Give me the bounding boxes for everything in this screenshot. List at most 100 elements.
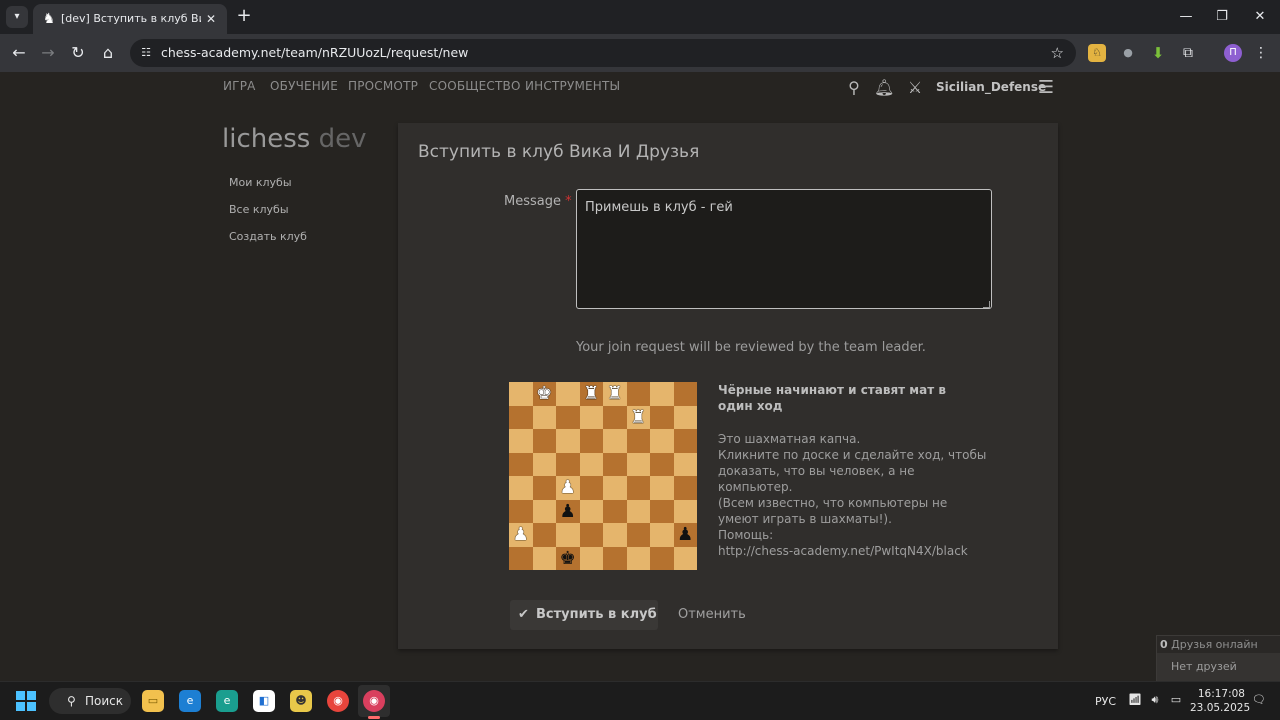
extension-icon[interactable]: ♘: [1088, 44, 1106, 62]
board-square[interactable]: [579, 429, 603, 453]
black-king-icon[interactable]: ♚: [560, 548, 576, 569]
black-pawn-icon[interactable]: ♟: [677, 524, 693, 545]
board-square[interactable]: [626, 499, 650, 523]
board-square[interactable]: [673, 476, 697, 500]
bookmark-star-icon[interactable]: ☆: [1051, 44, 1064, 62]
url-text[interactable]: chess-academy.net/team/nRZUUozL/request/…: [161, 45, 468, 60]
board-square[interactable]: [532, 452, 556, 476]
board-square[interactable]: [509, 499, 533, 523]
board-square[interactable]: [603, 546, 627, 570]
board-square[interactable]: [509, 476, 533, 500]
hamburger-menu-icon[interactable]: ☰: [1036, 78, 1056, 98]
swords-icon[interactable]: ⚔: [905, 78, 925, 98]
board-square[interactable]: [556, 405, 580, 429]
app-icon[interactable]: ◧: [253, 690, 275, 712]
board-square[interactable]: [650, 429, 674, 453]
home-button[interactable]: ⌂: [97, 42, 119, 64]
search-icon[interactable]: ⚲: [844, 78, 864, 98]
board-square[interactable]: [650, 499, 674, 523]
taskbar-search[interactable]: ⚲ Поиск: [49, 688, 131, 714]
join-team-button[interactable]: ✔ Вступить в клуб: [510, 600, 658, 630]
board-square[interactable]: [532, 429, 556, 453]
board-square[interactable]: [603, 405, 627, 429]
board-square[interactable]: ♚: [556, 546, 580, 570]
board-square[interactable]: [626, 476, 650, 500]
message-textarea[interactable]: Примешь в клуб - гей: [576, 189, 992, 309]
board-square[interactable]: [650, 523, 674, 547]
bell-icon[interactable]: 🔔︎: [874, 78, 894, 98]
white-rook-icon[interactable]: ♜: [607, 383, 623, 404]
board-square[interactable]: [603, 452, 627, 476]
board-square[interactable]: [579, 452, 603, 476]
board-square[interactable]: [556, 452, 580, 476]
cancel-link[interactable]: Отменить: [678, 607, 746, 622]
sidebar-item-my-teams[interactable]: Мои клубы: [229, 176, 292, 189]
sidebar-item-new-team[interactable]: Создать клуб: [229, 230, 307, 243]
nav-tools[interactable]: ИНСТРУМЕНТЫ: [525, 79, 620, 93]
board-square[interactable]: [626, 429, 650, 453]
tab-search-button[interactable]: ▾: [6, 6, 28, 28]
board-square[interactable]: [509, 429, 533, 453]
edge-dev-icon[interactable]: e: [179, 690, 201, 712]
battery-icon[interactable]: ▭: [1169, 693, 1183, 707]
clock[interactable]: 16:17:08 23.05.2025: [1190, 687, 1250, 715]
board-square[interactable]: [626, 546, 650, 570]
reload-button[interactable]: ↻: [67, 42, 89, 64]
minimize-button[interactable]: —: [1172, 6, 1200, 28]
board-square[interactable]: [673, 382, 697, 406]
board-square[interactable]: [650, 546, 674, 570]
board-square[interactable]: [509, 546, 533, 570]
board-square[interactable]: [532, 523, 556, 547]
board-square[interactable]: [509, 405, 533, 429]
nav-play[interactable]: ИГРА: [223, 79, 256, 93]
browser-tab[interactable]: ♞ [dev] Вступить в клуб Вика И Друзья ✕: [33, 4, 227, 34]
help-url[interactable]: http://chess-academy.net/PwItqN4X/black: [718, 543, 968, 559]
file-explorer-icon[interactable]: ▭: [142, 690, 164, 712]
board-square[interactable]: [626, 523, 650, 547]
forward-button[interactable]: →: [37, 42, 59, 64]
chrome-icon[interactable]: ◉: [327, 690, 349, 712]
site-info-icon[interactable]: ☷: [138, 45, 154, 61]
board-square[interactable]: [509, 382, 533, 406]
board-square[interactable]: [556, 523, 580, 547]
board-square[interactable]: [579, 546, 603, 570]
board-square[interactable]: [532, 476, 556, 500]
board-square[interactable]: [603, 523, 627, 547]
board-square[interactable]: ♟: [556, 476, 580, 500]
board-square[interactable]: [532, 405, 556, 429]
nav-watch[interactable]: ПРОСМОТР: [348, 79, 418, 93]
board-square[interactable]: ♟: [673, 523, 697, 547]
close-window-button[interactable]: ✕: [1246, 6, 1274, 28]
board-square[interactable]: [603, 429, 627, 453]
board-square[interactable]: [626, 452, 650, 476]
windows-start-icon[interactable]: [16, 691, 36, 711]
nav-community[interactable]: СООБЩЕСТВО: [429, 79, 521, 93]
board-square[interactable]: ♜: [626, 405, 650, 429]
board-square[interactable]: ♟: [509, 523, 533, 547]
app-icon[interactable]: ☻: [290, 690, 312, 712]
board-square[interactable]: [532, 546, 556, 570]
black-pawn-icon[interactable]: ♟: [560, 501, 576, 522]
board-square[interactable]: [579, 476, 603, 500]
back-button[interactable]: ←: [8, 42, 30, 64]
chrome-dev-icon[interactable]: ◉: [363, 690, 385, 712]
friends-box-header[interactable]: 0 Друзья онлайн: [1156, 635, 1280, 653]
board-square[interactable]: [673, 405, 697, 429]
nav-learn[interactable]: ОБУЧЕНИЕ: [270, 79, 338, 93]
white-king-icon[interactable]: ♚: [536, 383, 552, 404]
board-square[interactable]: [579, 499, 603, 523]
board-square[interactable]: [673, 499, 697, 523]
board-square[interactable]: [556, 382, 580, 406]
sidebar-item-all-teams[interactable]: Все клубы: [229, 203, 289, 216]
board-square[interactable]: ♚: [532, 382, 556, 406]
white-rook-icon[interactable]: ♜: [583, 383, 599, 404]
board-square[interactable]: [650, 452, 674, 476]
board-square[interactable]: [650, 405, 674, 429]
board-square[interactable]: ♜: [603, 382, 627, 406]
white-pawn-icon[interactable]: ♟: [513, 524, 529, 545]
captcha-chessboard[interactable]: ♚ ♜ ♜ ♜ ♟ ♟ ♟ ♟ ♚: [509, 382, 697, 570]
board-square[interactable]: [650, 476, 674, 500]
white-rook-icon[interactable]: ♜: [630, 407, 646, 428]
close-icon[interactable]: ✕: [203, 11, 219, 27]
board-square[interactable]: [603, 499, 627, 523]
